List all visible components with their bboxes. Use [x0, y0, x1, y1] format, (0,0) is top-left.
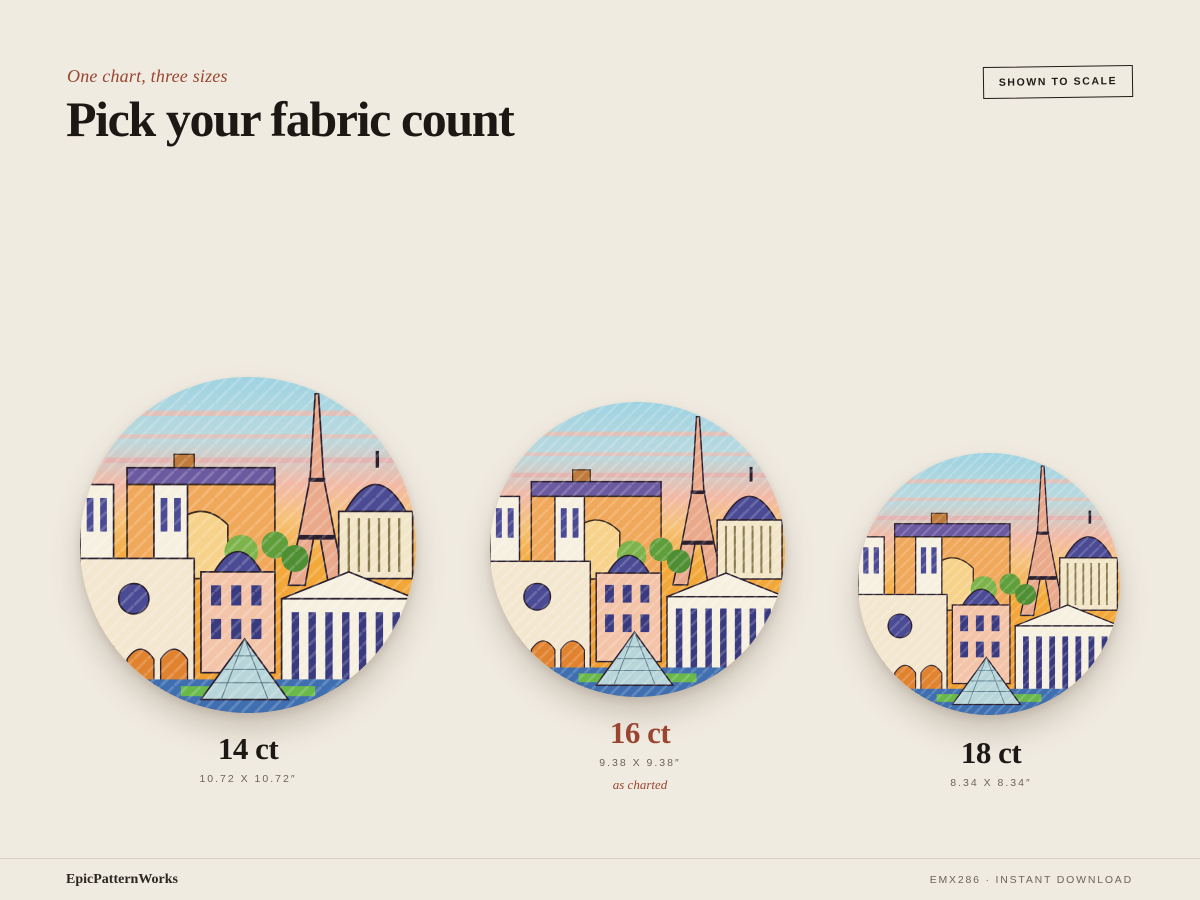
footer-divider	[0, 858, 1200, 859]
fabric-count: 14 ct	[217, 731, 279, 766]
size-option-14ct[interactable]: 14 ct 10.72 X 10.72″	[138, 733, 358, 785]
hoop-16ct	[490, 402, 785, 697]
finished-dimensions: 8.34 X 8.34″	[950, 777, 1032, 789]
eyebrow: One chart, three sizes	[67, 66, 228, 86]
paris-skyline-artwork	[858, 453, 1120, 715]
fabric-count: 18 ct	[960, 735, 1022, 770]
finished-dimensions: 10.72 X 10.72″	[199, 773, 297, 785]
size-option-18ct[interactable]: 18 ct 8.34 X 8.34″	[881, 737, 1101, 789]
paris-skyline-artwork	[80, 377, 416, 713]
brand-name: EpicPatternWorks	[66, 872, 178, 887]
scale-badge: SHOWN TO SCALE	[982, 64, 1134, 100]
page-title: Pick your fabric count	[66, 91, 515, 147]
paris-skyline-artwork	[490, 402, 785, 697]
fabric-count: 16 ct	[609, 715, 671, 750]
hoop-18ct	[858, 453, 1120, 715]
as-charted-note: as charted	[612, 777, 668, 792]
finished-dimensions: 9.38 X 9.38″	[599, 757, 681, 769]
size-option-16ct[interactable]: 16 ct 9.38 X 9.38″ as charted	[530, 717, 750, 793]
sku-label: EMX286 · INSTANT DOWNLOAD	[929, 874, 1133, 886]
hoop-14ct	[80, 377, 416, 713]
